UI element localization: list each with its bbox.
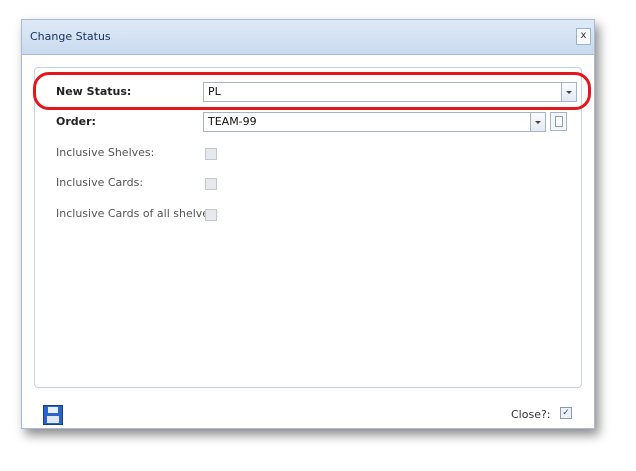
chevron-down-icon[interactable] [530,113,545,131]
close-on-save-label: Close?: [511,408,551,421]
new-status-row: New Status: PL [56,82,577,102]
inclusive-shelves-checkbox[interactable] [205,148,217,160]
dialog-titlebar[interactable]: Change Status x [22,20,594,55]
chevron-down-icon[interactable] [561,83,576,101]
inclusive-cards-label: Inclusive Cards: [56,176,144,189]
form-panel: New Status: PL Order: TEAM-99 Inclusive … [34,67,582,388]
inclusive-cards-all-row: Inclusive Cards of all shelves: [56,204,256,224]
inclusive-cards-row: Inclusive Cards: [56,173,256,193]
order-lookup-button[interactable] [550,112,567,131]
inclusive-cards-all-checkbox[interactable] [205,209,217,221]
order-label: Order: [56,115,96,128]
order-value: TEAM-99 [208,115,257,128]
save-icon[interactable] [43,405,63,425]
new-status-label: New Status: [56,85,132,98]
order-row: Order: TEAM-99 [56,112,576,132]
inclusive-shelves-row: Inclusive Shelves: [56,143,256,163]
new-status-value: PL [208,85,221,98]
close-on-save-checkbox[interactable]: ✓ [560,407,572,419]
new-status-select[interactable]: PL [203,82,577,102]
dialog-title: Change Status [30,30,111,43]
inclusive-cards-checkbox[interactable] [205,178,217,190]
inclusive-shelves-label: Inclusive Shelves: [56,146,155,159]
inclusive-cards-all-label: Inclusive Cards of all shelves: [56,207,219,220]
order-select[interactable]: TEAM-99 [203,112,546,132]
change-status-dialog: Change Status x New Status: PL Order: TE… [21,19,595,429]
close-icon[interactable]: x [576,28,591,45]
